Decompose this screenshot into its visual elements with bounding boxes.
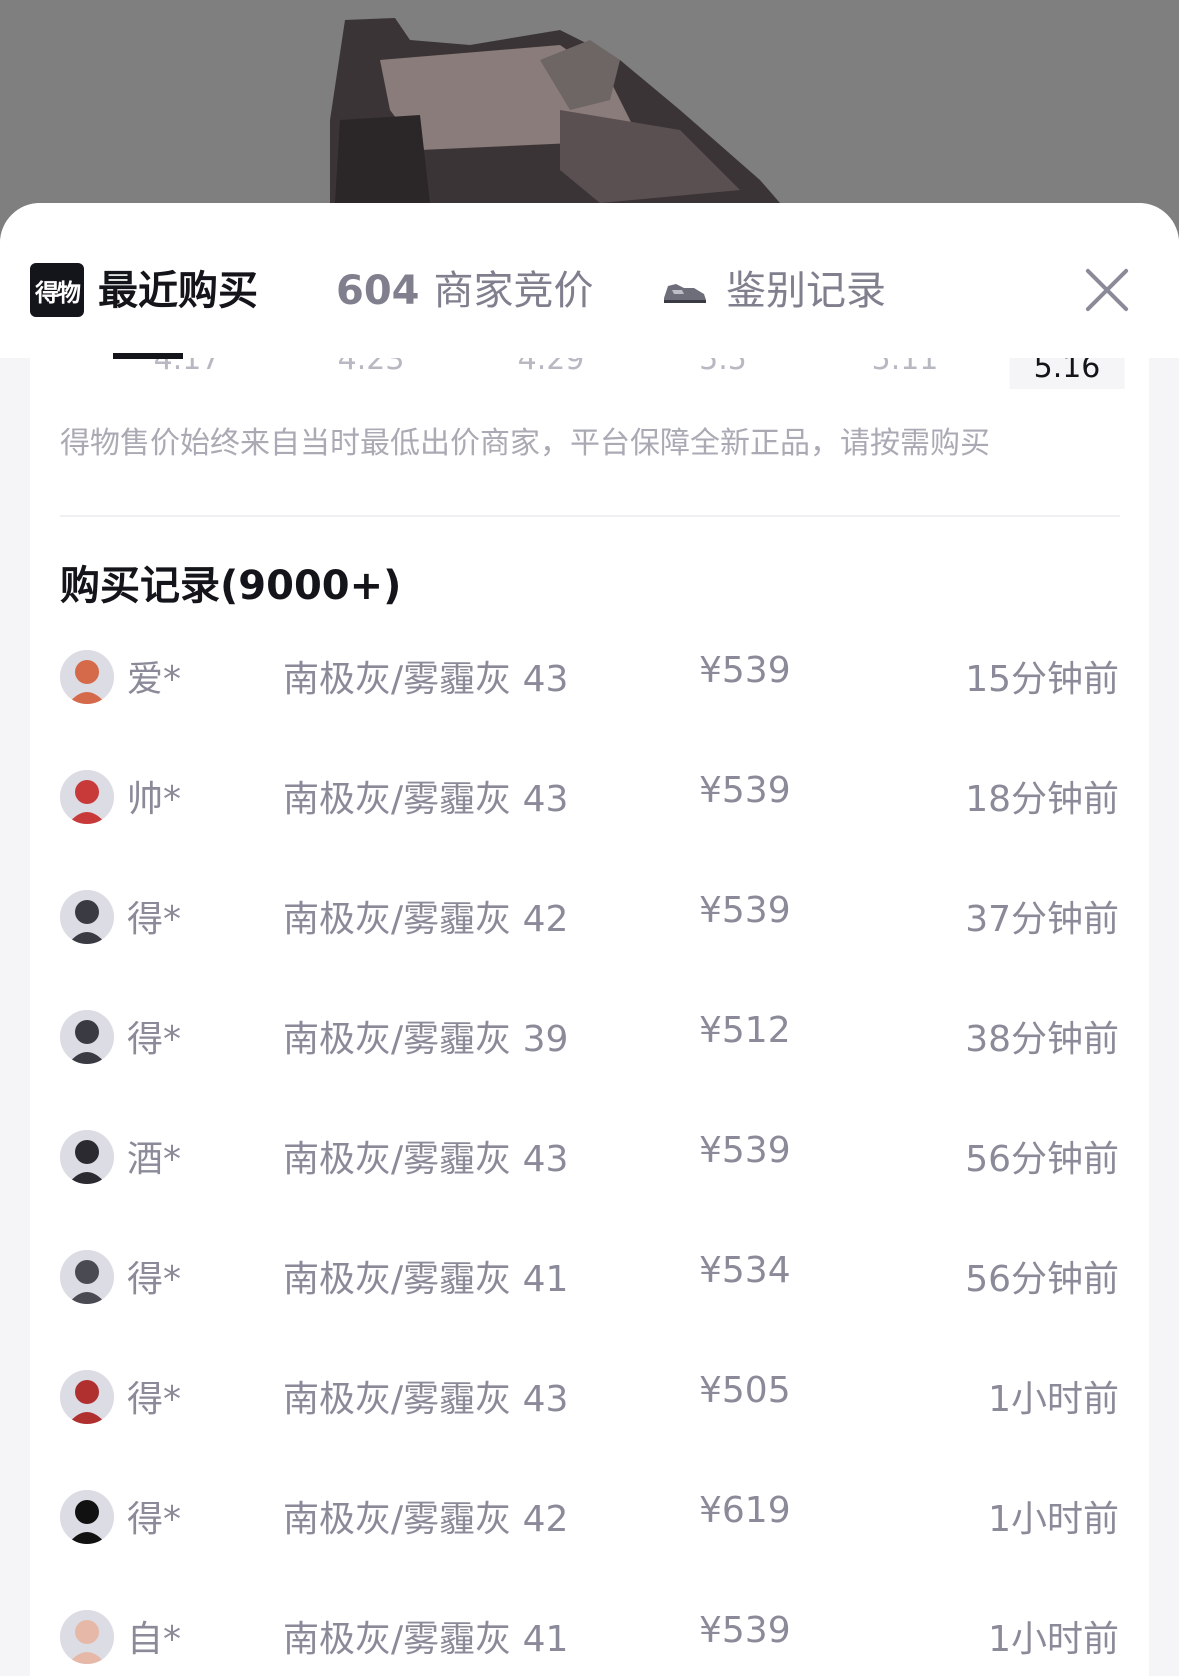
records-title: 购买记录(9000+) <box>60 563 402 609</box>
product-spec: 南极灰/雾霾灰 43 <box>283 779 569 820</box>
username: 自* <box>127 1619 182 1660</box>
username: 得* <box>127 1019 182 1060</box>
price: ¥505 <box>699 1370 791 1411</box>
tab-bid-label: 商家竞价 <box>433 268 594 314</box>
date-tick-current[interactable]: 5.16 <box>1009 358 1125 389</box>
purchase-time: 1小时前 <box>988 1499 1119 1540</box>
list-item: 得* 南极灰/雾霾灰 39 ¥512 38分钟前 <box>30 978 1149 1098</box>
username: 帅* <box>127 779 182 820</box>
price: ¥539 <box>699 890 791 931</box>
sneaker-icon <box>664 284 706 303</box>
tab-active-indicator <box>113 353 183 359</box>
username: 得* <box>127 899 182 940</box>
date-tick: 5.5 <box>699 358 747 377</box>
divider <box>60 515 1120 517</box>
avatar <box>60 1130 114 1184</box>
date-tick: 4.29 <box>517 358 585 377</box>
purchase-time: 56分钟前 <box>965 1139 1119 1180</box>
list-item: 得* 南极灰/雾霾灰 41 ¥534 56分钟前 <box>30 1218 1149 1338</box>
tab-merchant-bid[interactable]: 604 商家竞价 <box>336 263 594 319</box>
date-tick: 5.11 <box>871 358 939 377</box>
price: ¥619 <box>699 1490 791 1531</box>
username: 爱* <box>127 659 182 700</box>
list-item: 爱* 南极灰/雾霾灰 43 ¥539 15分钟前 <box>30 618 1149 738</box>
price-trend-date-axis: 4.17 4.23 4.29 5.5 5.11 5.16 <box>30 358 1149 418</box>
list-item: 酒* 南极灰/雾霾灰 43 ¥539 56分钟前 <box>30 1098 1149 1218</box>
purchase-time: 1小时前 <box>988 1379 1119 1420</box>
close-icon[interactable] <box>1082 265 1132 315</box>
bid-count: 604 <box>336 268 420 314</box>
purchase-time: 18分钟前 <box>965 779 1119 820</box>
bottom-sheet: 得物 最近购买 604 商家竞价 鉴别记录 4.17 4.23 4.29 5.5 … <box>0 203 1179 1676</box>
list-item: 帅* 南极灰/雾霾灰 43 ¥539 18分钟前 <box>30 738 1149 858</box>
product-spec: 南极灰/雾霾灰 42 <box>283 1499 569 1540</box>
list-item: 得* 南极灰/雾霾灰 42 ¥539 37分钟前 <box>30 858 1149 978</box>
purchase-time: 1小时前 <box>988 1619 1119 1660</box>
username: 得* <box>127 1379 182 1420</box>
purchase-time: 37分钟前 <box>965 899 1119 940</box>
price: ¥539 <box>699 1610 791 1651</box>
product-spec: 南极灰/雾霾灰 41 <box>283 1259 569 1300</box>
price: ¥539 <box>699 770 791 811</box>
avatar <box>60 890 114 944</box>
product-spec: 南极灰/雾霾灰 41 <box>283 1619 569 1660</box>
price: ¥534 <box>699 1250 791 1291</box>
avatar <box>60 1490 114 1544</box>
product-spec: 南极灰/雾霾灰 43 <box>283 1379 569 1420</box>
tab-recent-purchase[interactable]: 最近购买 <box>98 263 258 319</box>
product-spec: 南极灰/雾霾灰 42 <box>283 899 569 940</box>
list-item: 得* 南极灰/雾霾灰 43 ¥505 1小时前 <box>30 1338 1149 1458</box>
avatar <box>60 1610 114 1664</box>
avatar <box>60 770 114 824</box>
price: ¥539 <box>699 650 791 691</box>
purchase-time: 38分钟前 <box>965 1019 1119 1060</box>
date-tick: 4.17 <box>153 358 221 377</box>
price: ¥539 <box>699 1130 791 1171</box>
avatar <box>60 1010 114 1064</box>
price-notice: 得物售价始终来自当时最低出价商家，平台保障全新正品，请按需购买 <box>60 426 990 461</box>
product-spec: 南极灰/雾霾灰 43 <box>283 1139 569 1180</box>
purchase-time: 56分钟前 <box>965 1259 1119 1300</box>
product-spec: 南极灰/雾霾灰 43 <box>283 659 569 700</box>
date-tick: 4.23 <box>337 358 405 377</box>
purchase-time: 15分钟前 <box>965 659 1119 700</box>
price: ¥512 <box>699 1010 791 1051</box>
username: 酒* <box>127 1139 182 1180</box>
list-item: 自* 南极灰/雾霾灰 41 ¥539 1小时前 <box>30 1578 1149 1676</box>
avatar <box>60 1250 114 1304</box>
avatar <box>60 650 114 704</box>
username: 得* <box>127 1259 182 1300</box>
list-item: 得* 南极灰/雾霾灰 42 ¥619 1小时前 <box>30 1458 1149 1578</box>
tab-bar: 得物 最近购买 604 商家竞价 鉴别记录 <box>0 203 1179 359</box>
username: 得* <box>127 1499 182 1540</box>
product-spec: 南极灰/雾霾灰 39 <box>283 1019 569 1060</box>
content-card: 4.17 4.23 4.29 5.5 5.11 5.16 得物售价始终来自当时最… <box>30 358 1149 1676</box>
tab-authentication-records[interactable]: 鉴别记录 <box>726 263 886 319</box>
avatar <box>60 1370 114 1424</box>
brand-logo: 得物 <box>30 263 84 317</box>
